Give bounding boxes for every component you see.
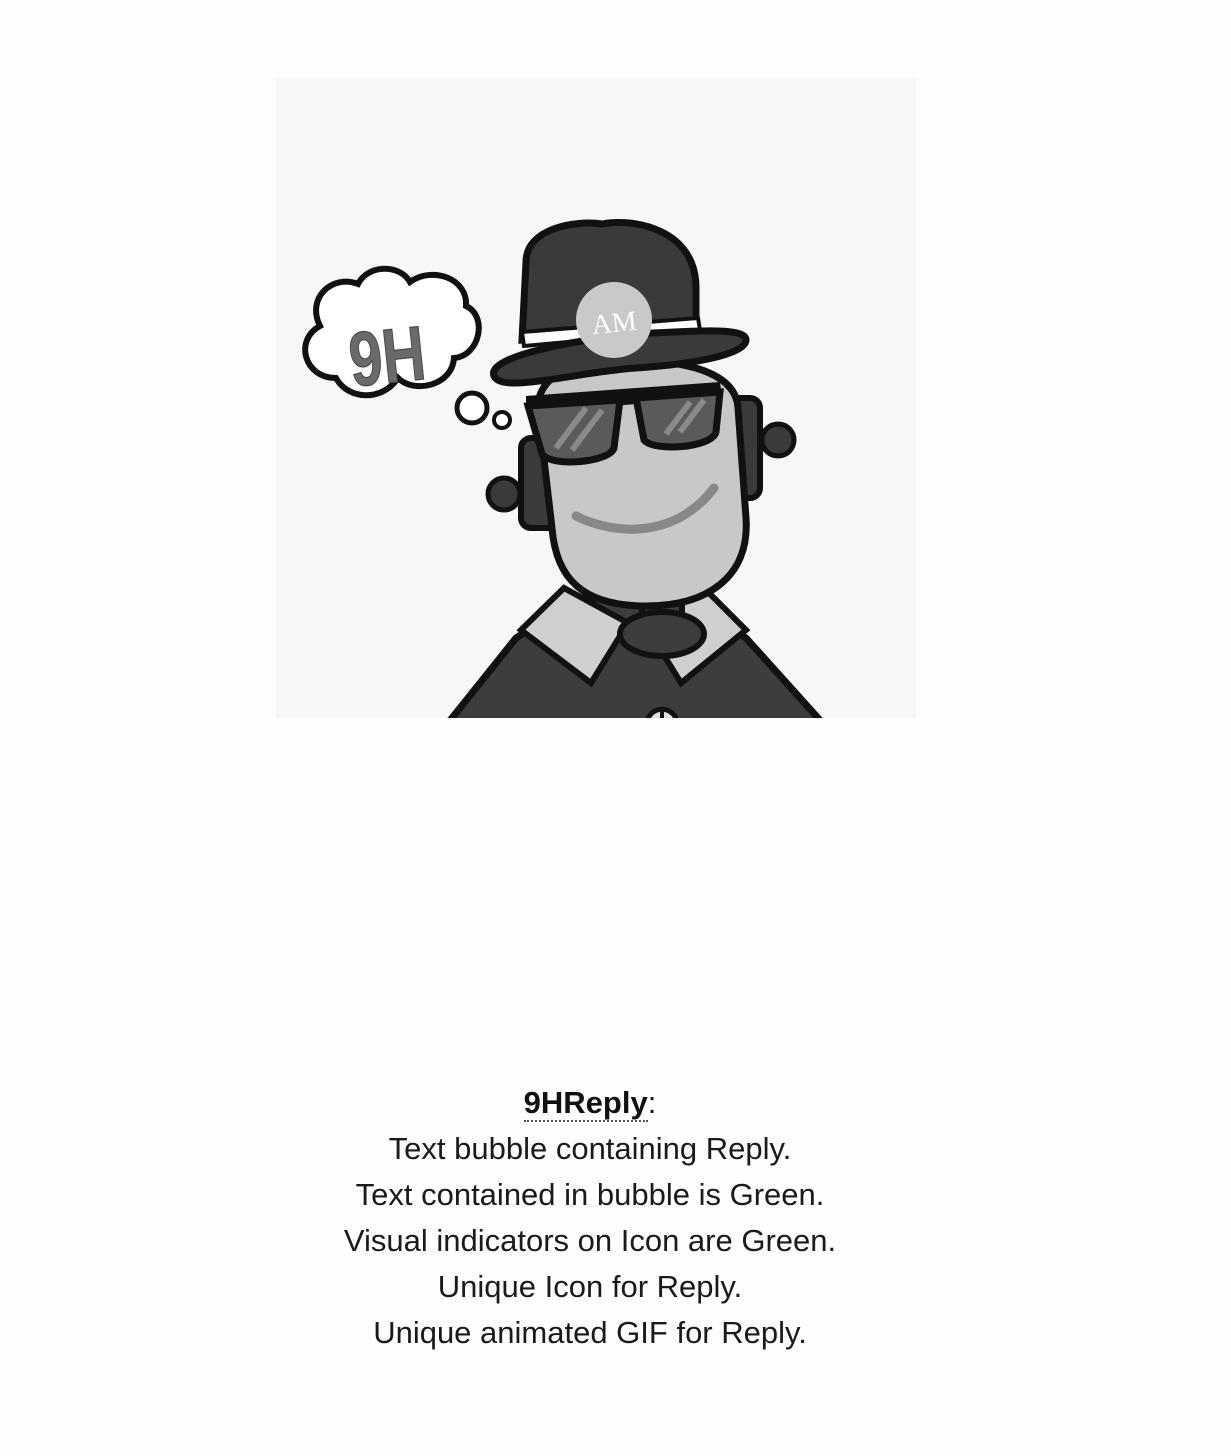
term-9hreply[interactable]: 9HReply [523,1085,648,1122]
caption-title: 9HReply: [0,1080,1180,1126]
caption-line: Unique Icon for Reply. [437,1269,743,1304]
caption-line: Text bubble containing Reply. [388,1131,792,1166]
page: 9H AM 9HReply: Text bubble containing Re… [0,0,1231,1456]
caption-line: Visual indicators on Icon are Green. [343,1223,837,1258]
caption-line: Unique animated GIF for Reply. [373,1315,807,1350]
robot-mascot-image: 9H AM [276,78,916,718]
hat: AM [490,218,750,387]
caption-line: Text contained in bubble is Green. [355,1177,825,1212]
caption: 9HReply: Text bubble containing Reply. T… [0,1080,1180,1356]
thought-bubble: 9H [302,265,512,430]
robot-mascot-illustration: 9H AM [302,218,823,718]
hat-badge-text: AM [590,306,638,342]
thought-bubble-text: 9H [345,310,430,404]
term-suffix: : [647,1085,657,1120]
